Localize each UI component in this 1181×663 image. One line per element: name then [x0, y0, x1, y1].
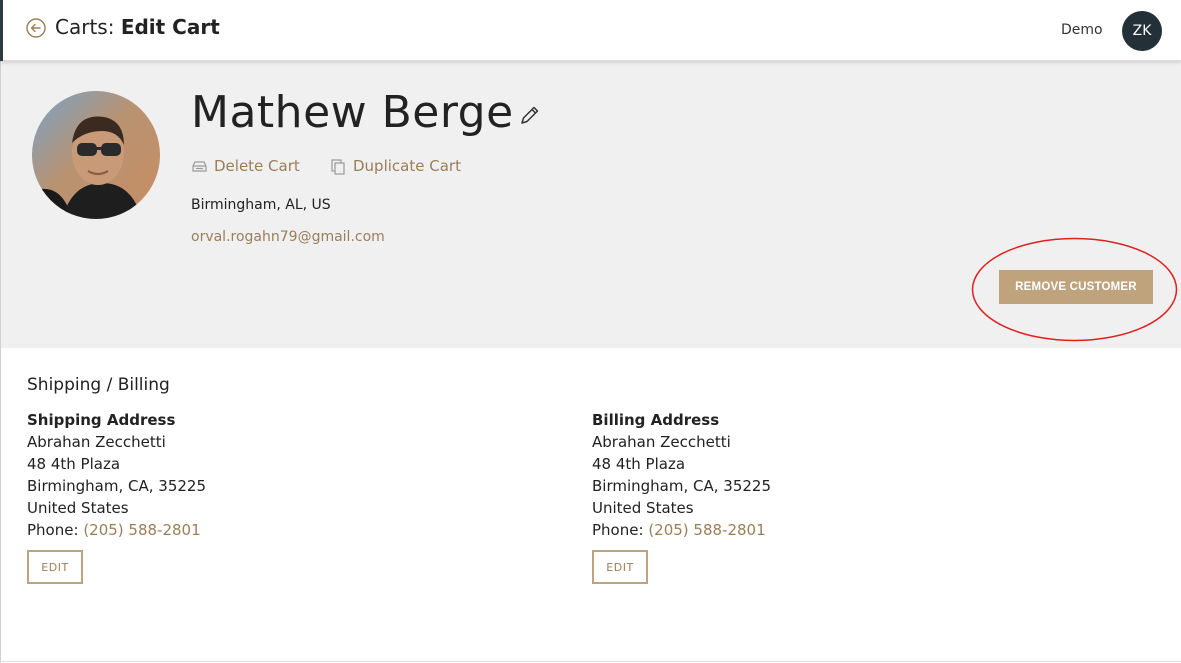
page-title: Carts: Edit Cart	[55, 15, 220, 39]
customer-name: Mathew Berge	[191, 87, 514, 138]
back-arrow-icon[interactable]	[26, 18, 46, 38]
delete-cart-button[interactable]: Delete Cart	[191, 157, 300, 175]
duplicate-cart-button[interactable]: Duplicate Cart	[330, 157, 461, 175]
customer-header: Mathew Berge Delete Cart Duplicate Cart …	[0, 61, 1181, 348]
shipping-phone-label: Phone:	[27, 521, 79, 539]
shipping-phone-row: Phone: (205) 588-2801	[27, 519, 206, 541]
billing-city-line: Birmingham, CA, 35225	[592, 477, 772, 495]
shipping-street: 48 4th Plaza	[27, 455, 121, 473]
edit-billing-button[interactable]: EDIT	[592, 550, 648, 584]
shipping-country: United States	[27, 499, 129, 517]
bottom-divider	[0, 661, 1181, 662]
billing-address-heading: Billing Address	[592, 411, 720, 429]
page-title-prefix: Carts:	[55, 15, 115, 39]
pencil-icon[interactable]	[519, 104, 541, 126]
billing-phone-link[interactable]: (205) 588-2801	[648, 521, 765, 539]
topbar-accent	[0, 0, 3, 61]
delete-cart-icon	[192, 160, 207, 172]
edit-shipping-button[interactable]: EDIT	[27, 550, 83, 584]
billing-country: United States	[592, 499, 694, 517]
duplicate-cart-label: Duplicate Cart	[353, 157, 461, 175]
customer-location: Birmingham, AL, US	[191, 197, 331, 213]
billing-address: Billing Address Abrahan Zecchetti 48 4th…	[592, 409, 771, 541]
shipping-phone-link[interactable]: (205) 588-2801	[83, 521, 200, 539]
shipping-address-heading: Shipping Address	[27, 411, 176, 429]
billing-street: 48 4th Plaza	[592, 455, 686, 473]
user-label[interactable]: Demo	[1061, 22, 1103, 38]
shipping-city-line: Birmingham, CA, 35225	[27, 477, 207, 495]
billing-name: Abrahan Zecchetti	[592, 433, 731, 451]
billing-phone-label: Phone:	[592, 521, 644, 539]
customer-email-link[interactable]: orval.rogahn79@gmail.com	[191, 229, 385, 245]
user-avatar[interactable]: ZK	[1122, 11, 1162, 51]
top-bar: Carts: Edit Cart Demo ZK	[0, 0, 1181, 61]
customer-photo	[32, 91, 160, 219]
billing-phone-row: Phone: (205) 588-2801	[592, 519, 771, 541]
page-left-border	[0, 61, 1, 663]
shipping-address: Shipping Address Abrahan Zecchetti 48 4t…	[27, 409, 206, 541]
page-title-bold: Edit Cart	[120, 15, 220, 39]
delete-cart-label: Delete Cart	[214, 157, 300, 175]
duplicate-cart-icon	[331, 158, 345, 175]
shipping-name: Abrahan Zecchetti	[27, 433, 166, 451]
remove-customer-button[interactable]: REMOVE CUSTOMER	[999, 270, 1153, 304]
section-title: Shipping / Billing	[27, 375, 170, 395]
